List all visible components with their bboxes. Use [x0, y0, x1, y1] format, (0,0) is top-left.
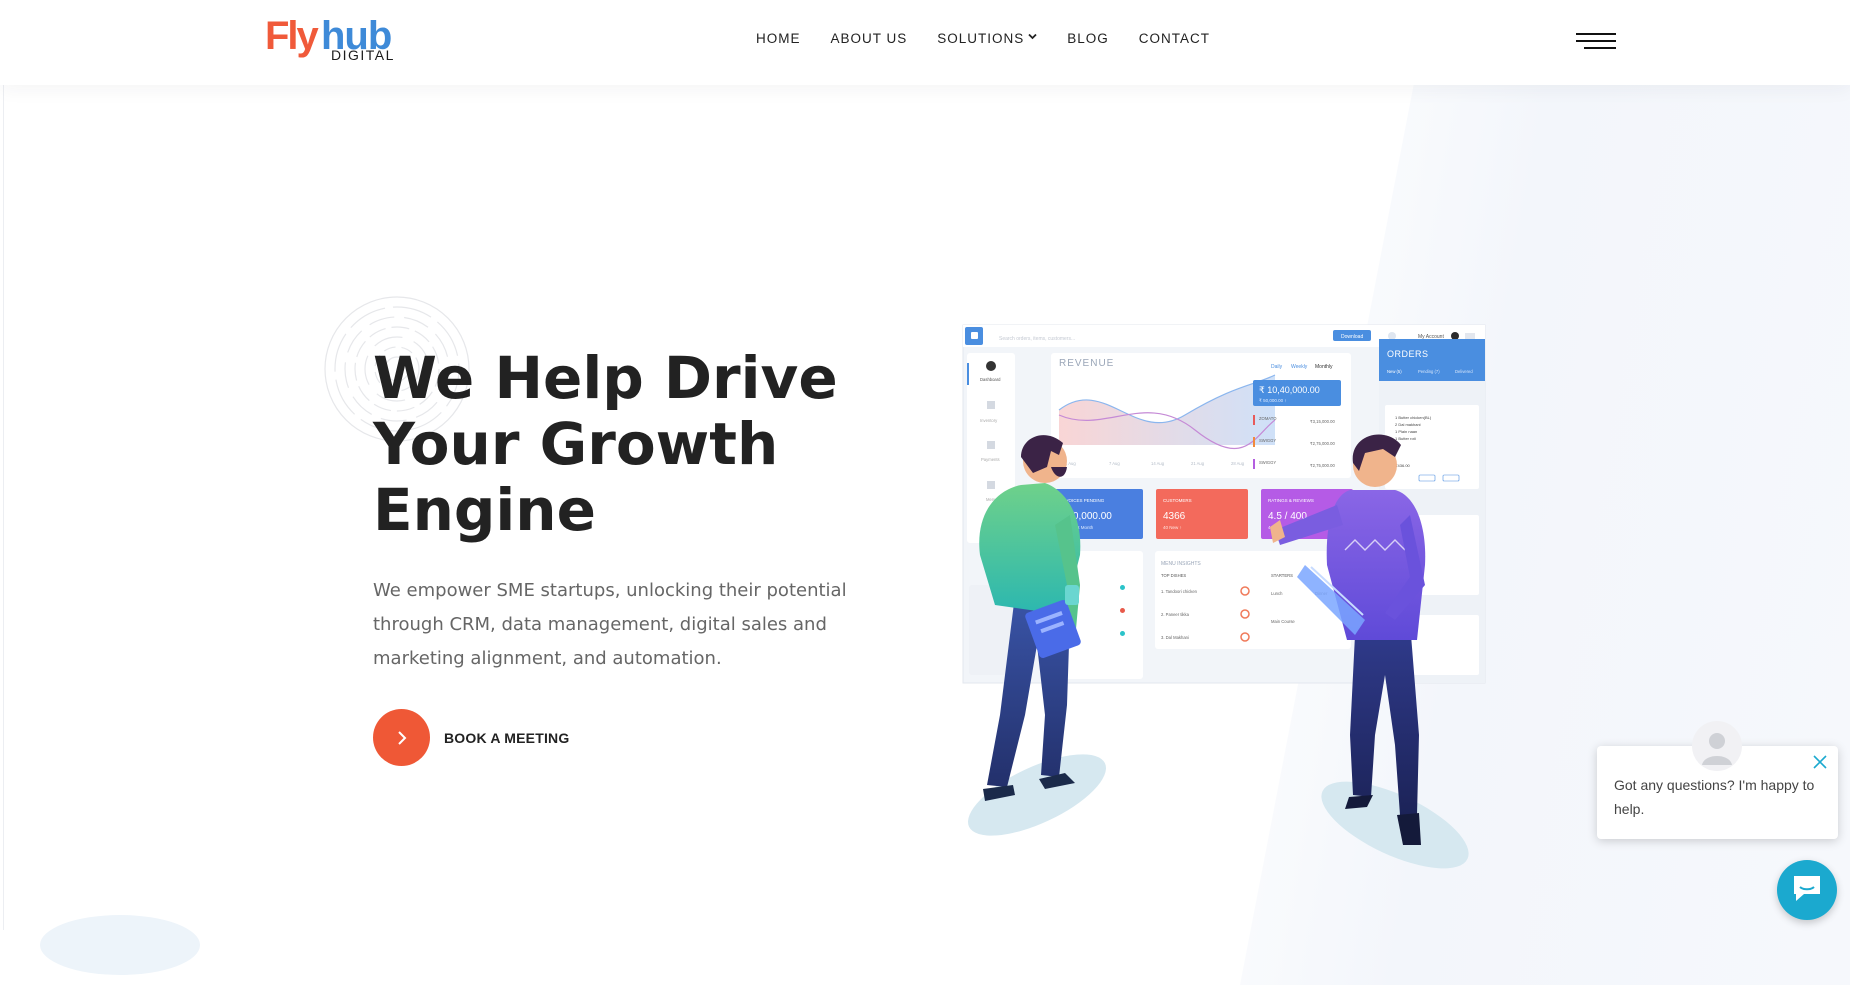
nav-home-label: HOME [756, 31, 801, 46]
order-total: ₹436.00 [1395, 463, 1411, 468]
nav-solutions-label: SOLUTIONS [937, 31, 1025, 46]
card-value: 4366 [1163, 511, 1186, 522]
logo-subtitle: DIGITAL [331, 47, 395, 63]
hero-description: We empower SME startups, unlocking their… [373, 580, 847, 669]
orders-tab-delivered: Delivered [1455, 369, 1473, 374]
chart-tick: 7 Aug [1109, 461, 1120, 466]
revenue-row-name: SWIGGY [1259, 438, 1276, 443]
chevron-right-icon[interactable] [373, 709, 430, 766]
side-item-inventory: Inventory [980, 418, 998, 423]
revenue-row-name: ZOMATO [1259, 416, 1277, 421]
orders-title: ORDERS [1387, 349, 1429, 359]
revenue-total: ₹ 10,40,000.00 [1259, 385, 1320, 395]
side-item-payments: Payments [981, 457, 1000, 462]
period-weekly: Weekly [1291, 364, 1308, 370]
logo-word-fly: Fly [265, 14, 319, 58]
main-nav: HOME ABOUT US SOLUTIONS BLOG CONTACT [756, 31, 1240, 47]
period-daily: Daily [1271, 364, 1283, 370]
side-item-dashboard: Dashboard [980, 377, 1001, 382]
menu-row: 2. Paneer tikka [1161, 612, 1190, 617]
revenue-title: REVENUE [1059, 358, 1114, 369]
order-line: 1 Butter roti [1395, 436, 1416, 441]
menu-col-starters: STARTERS [1271, 573, 1293, 578]
hero-illustration: Search orders, items, customers... Downl… [955, 315, 1495, 875]
orders-tab-new: New (5) [1387, 369, 1402, 374]
nav-about-us[interactable]: ABOUT US [831, 31, 908, 47]
orders-tab-pending: Pending (7) [1418, 369, 1440, 374]
chat-message: Got any questions? I'm happy to help. [1614, 777, 1815, 817]
hamburger-line [1576, 40, 1616, 42]
nav-contact[interactable]: CONTACT [1139, 31, 1210, 47]
hero-title: We Help Drive Your Growth Engine [373, 345, 893, 543]
menu-col-top-dishes: TOP DISHES [1161, 573, 1186, 578]
flyhub-logo[interactable]: Fly hub DIGITAL [265, 14, 405, 64]
hamburger-line [1576, 33, 1616, 35]
menu-row: 3. Dal Makhani [1161, 635, 1189, 640]
meal-label: Main Course [1271, 619, 1295, 624]
nav-blog[interactable]: BLOG [1067, 31, 1109, 47]
card-sub: 40 New ↑ [1163, 525, 1182, 530]
period-monthly: Monthly [1315, 364, 1333, 370]
order-line: 1 Butter chicken(BL) [1395, 415, 1432, 420]
chat-launcher-button[interactable] [1777, 860, 1837, 920]
revenue-sub: ₹ 50,000.00 ↑ [1259, 398, 1287, 403]
background-blob [40, 915, 200, 975]
menu-row: 1. Tandoori chicken [1161, 589, 1198, 594]
chart-tick: 14 Aug [1151, 461, 1165, 466]
order-line: 1 Plain naan [1395, 429, 1417, 434]
nav-contact-label: CONTACT [1138, 31, 1211, 46]
nav-solutions[interactable]: SOLUTIONS [937, 31, 1037, 47]
menu-insights-title: MENU INSIGHTS [1161, 561, 1201, 567]
close-icon[interactable] [1811, 753, 1829, 771]
meal-label: Lunch [1271, 591, 1283, 596]
download-button-label: Download [1341, 334, 1363, 340]
book-meeting-button[interactable]: BOOK A MEETING [373, 709, 569, 766]
revenue-row-value: ₹2,75,000.00 [1310, 441, 1335, 446]
hamburger-icon[interactable] [1574, 33, 1616, 53]
site-header: Fly hub DIGITAL HOME ABOUT US SOLUTIONS … [0, 0, 1850, 85]
card-title: RATINGS & REVIEWS [1268, 498, 1314, 503]
revenue-row-value: ₹2,75,000.00 [1310, 463, 1335, 468]
nav-about-label: ABOUT US [830, 31, 908, 46]
order-line: 2 Dal makhani [1395, 422, 1421, 427]
page-left-border [3, 0, 4, 930]
hero-title-line3: Engine [373, 476, 596, 544]
nav-blog-label: BLOG [1067, 31, 1109, 46]
hamburger-line [1584, 47, 1616, 49]
revenue-row-name: SWIGGY [1259, 460, 1276, 465]
avatar-icon [1692, 721, 1742, 771]
card-title: CUSTOMERS [1163, 498, 1192, 503]
chart-tick: 21 Aug [1191, 461, 1205, 466]
search-placeholder: Search orders, items, customers... [999, 336, 1075, 342]
chat-icon [1790, 872, 1824, 909]
chart-tick: 28 Aug [1231, 461, 1245, 466]
book-meeting-label: BOOK A MEETING [444, 729, 570, 746]
revenue-row-value: ₹3,15,000.00 [1310, 419, 1335, 424]
nav-home[interactable]: HOME [756, 31, 801, 47]
hero-title-line1: We Help Drive [373, 344, 838, 412]
chevron-down-icon [1028, 30, 1037, 46]
hero-title-line2: Your Growth [373, 410, 779, 478]
